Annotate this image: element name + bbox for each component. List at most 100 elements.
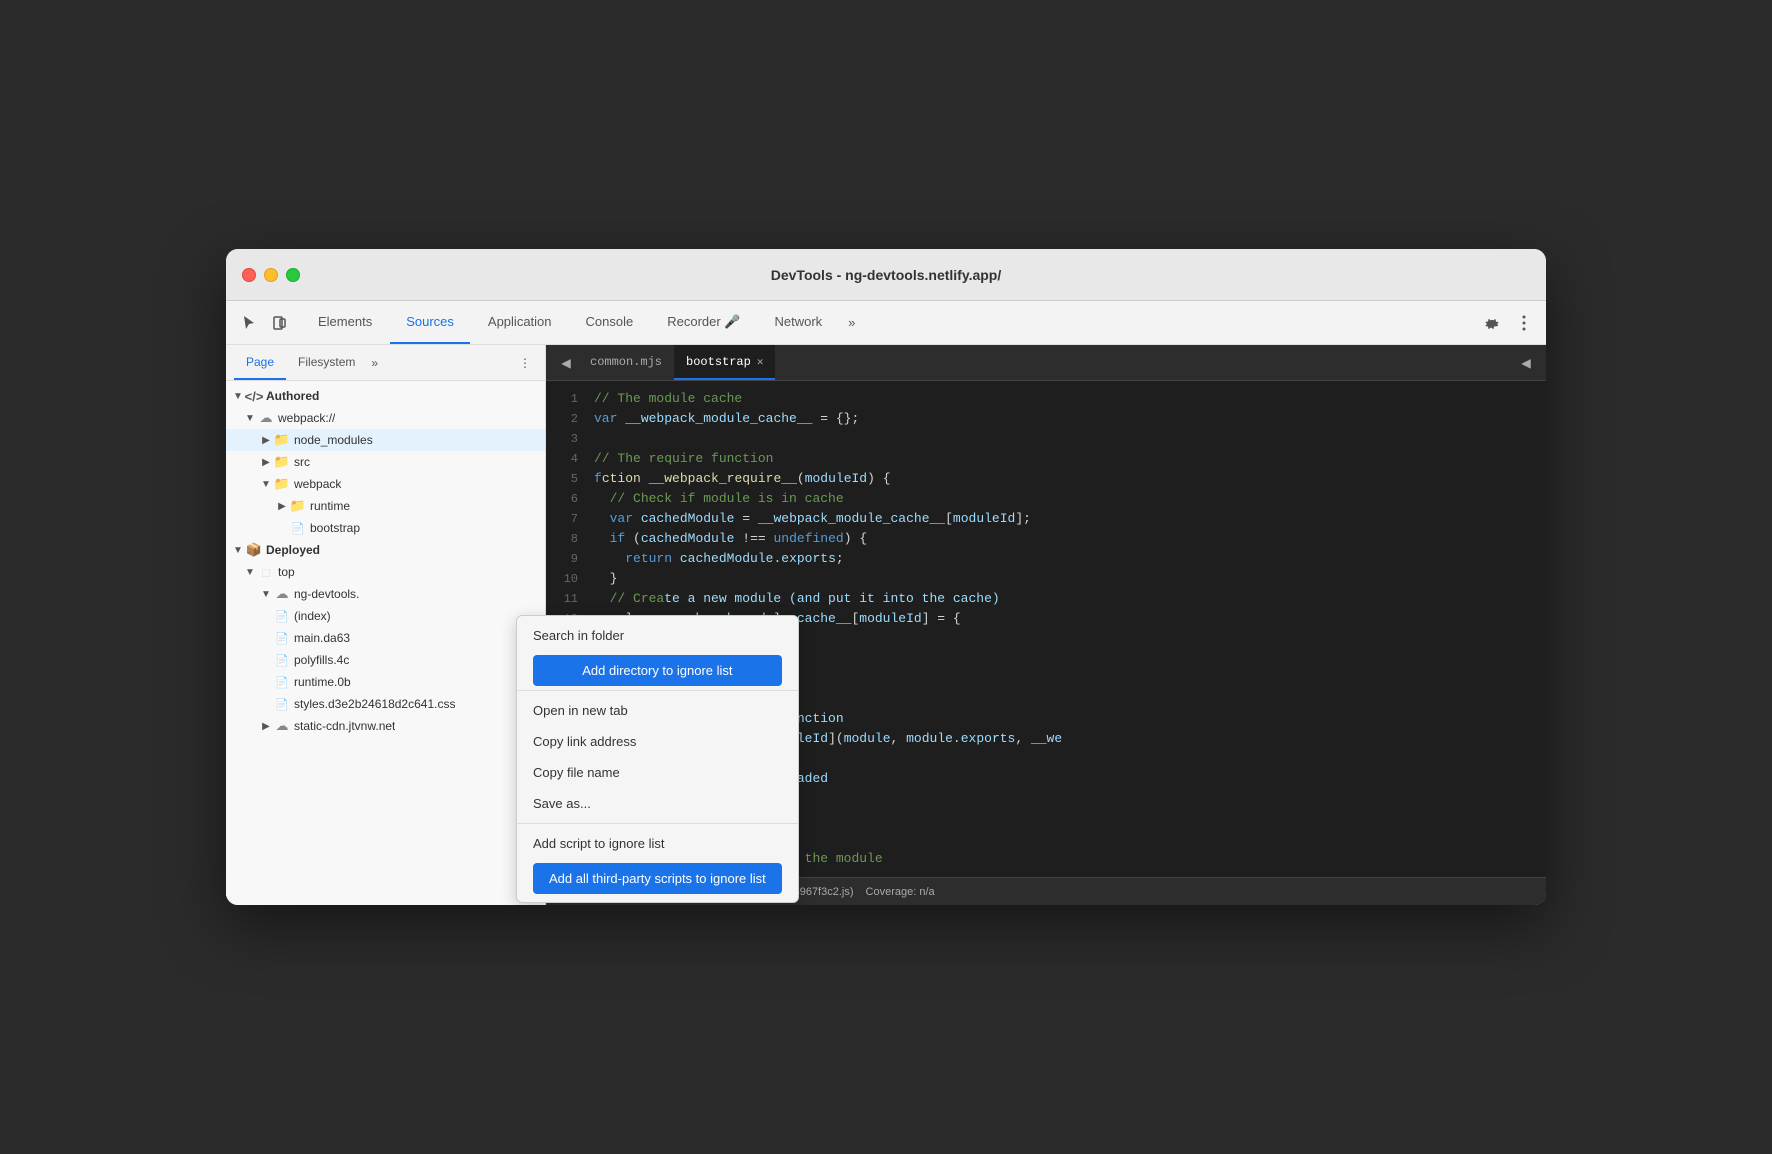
deployed-arrow: ▼ — [230, 545, 246, 556]
bootstrap-file[interactable]: 📄 bootstrap — [226, 517, 545, 539]
webpack-label: webpack:// — [278, 411, 335, 425]
context-menu-divider-2 — [517, 823, 798, 824]
ng-cloud-icon: ☁ — [274, 586, 290, 602]
file-tree: ▼ </> Authored ▼ ☁ webpack:// — [226, 381, 545, 905]
static-cdn-icon: ☁ — [274, 718, 290, 734]
editor-tab-common[interactable]: common.mjs — [578, 345, 674, 380]
toolbar-right — [1478, 309, 1538, 337]
code-line-11: 11 // Create a new module (and put it in… — [546, 589, 1546, 609]
context-menu-add-script-ignore[interactable]: Add script to ignore list — [517, 828, 798, 859]
main-file-icon: 📄 — [274, 630, 290, 646]
ng-devtools-label: ng-devtools. — [294, 587, 359, 601]
folder-icon: 📁 — [274, 432, 290, 448]
tab-application[interactable]: Application — [472, 301, 568, 344]
static-cdn-label: static-cdn.jtvnw.net — [294, 719, 395, 733]
context-menu-save-as[interactable]: Save as... — [517, 788, 798, 819]
index-file[interactable]: 📄 (index) — [226, 605, 545, 627]
webpack-folder[interactable]: ▼ 📁 webpack — [226, 473, 545, 495]
authored-label: Authored — [266, 389, 319, 403]
src-label: src — [294, 455, 310, 469]
webpack-folder-arrow: ▼ — [258, 479, 274, 490]
context-menu-copy-link[interactable]: Copy link address — [517, 726, 798, 757]
main-file[interactable]: 📄 main.da63 — [226, 627, 545, 649]
index-label: (index) — [294, 609, 331, 623]
panel-tabs-more[interactable]: » — [371, 356, 378, 370]
src-folder[interactable]: ▶ 📁 src — [226, 451, 545, 473]
minimize-button[interactable] — [264, 268, 278, 282]
runtime-arrow: ▶ — [274, 501, 290, 512]
tab-network[interactable]: Network — [758, 301, 838, 344]
editor-forward-btn[interactable]: ◀ — [1514, 351, 1538, 375]
deployed-label: Deployed — [266, 543, 320, 557]
more-tabs-button[interactable]: » — [840, 301, 863, 344]
cursor-icon[interactable] — [234, 309, 262, 337]
close-button[interactable] — [242, 268, 256, 282]
context-menu-search-folder[interactable]: Search in folder — [517, 620, 798, 651]
maximize-button[interactable] — [286, 268, 300, 282]
top-arrow: ▼ — [242, 567, 258, 578]
top-label: top — [278, 565, 295, 579]
runtime-folder[interactable]: ▶ 📁 runtime — [226, 495, 545, 517]
code-line-5: 5 fction __webpack_require__(moduleId) { — [546, 469, 1546, 489]
runtime-label: runtime — [310, 499, 350, 513]
styles-file[interactable]: 📄 styles.d3e2b24618d2c641.css — [226, 693, 545, 715]
main-tabs: Elements Sources Application Console Rec… — [302, 301, 863, 344]
status-coverage: Coverage: n/a — [866, 886, 935, 898]
device-toggle-icon[interactable] — [266, 309, 294, 337]
tab-sources[interactable]: Sources — [390, 301, 470, 344]
context-menu-divider-1 — [517, 690, 798, 691]
context-menu-add-third-party-btn[interactable]: Add all third-party scripts to ignore li… — [533, 863, 782, 894]
settings-icon[interactable] — [1478, 309, 1506, 337]
authored-section[interactable]: ▼ </> Authored — [226, 385, 545, 407]
code-line-6: 6 // Check if module is in cache — [546, 489, 1546, 509]
code-line-8: 8 if (cachedModule !== undefined) { — [546, 529, 1546, 549]
polyfills-file[interactable]: 📄 polyfills.4c — [226, 649, 545, 671]
index-file-icon: 📄 — [274, 608, 290, 624]
webpack-root[interactable]: ▼ ☁ webpack:// — [226, 407, 545, 429]
context-menu-copy-filename[interactable]: Copy file name — [517, 757, 798, 788]
code-line-10: 10 } — [546, 569, 1546, 589]
bootstrap-label: bootstrap — [310, 521, 360, 535]
top-folder[interactable]: ▼ □ top — [226, 561, 545, 583]
editor-back-btn[interactable]: ◀ — [554, 351, 578, 375]
node-modules-folder[interactable]: ▶ 📁 node_modules — [226, 429, 545, 451]
node-modules-label: node_modules — [294, 433, 373, 447]
tab-filesystem[interactable]: Filesystem — [286, 345, 367, 380]
styles-file-icon: 📄 — [274, 696, 290, 712]
src-arrow: ▶ — [258, 457, 274, 468]
context-menu-add-directory-btn[interactable]: Add directory to ignore list — [533, 655, 782, 686]
code-line-7: 7 var cachedModule = __webpack_module_ca… — [546, 509, 1546, 529]
cloud-icon: ☁ — [258, 410, 274, 426]
ng-devtools-folder[interactable]: ▼ ☁ ng-devtools. — [226, 583, 545, 605]
editor-tabs: ◀ common.mjs bootstrap ✕ ◀ — [546, 345, 1546, 381]
context-menu-open-new-tab[interactable]: Open in new tab — [517, 695, 798, 726]
runtime-folder-icon: 📁 — [290, 498, 306, 514]
deployed-section[interactable]: ▼ 📦 Deployed — [226, 539, 545, 561]
code-line-9: 9 return cachedModule.exports; — [546, 549, 1546, 569]
webpack-folder-label: webpack — [294, 477, 341, 491]
runtime-file[interactable]: 📄 runtime.0b — [226, 671, 545, 693]
more-options-icon[interactable] — [1510, 309, 1538, 337]
tab-page[interactable]: Page — [234, 345, 286, 380]
main-label: main.da63 — [294, 631, 350, 645]
code-line-3: 3 — [546, 429, 1546, 449]
window-title: DevTools - ng-devtools.netlify.app/ — [771, 267, 1002, 283]
code-line-4: 4 // The require function — [546, 449, 1546, 469]
polyfills-label: polyfills.4c — [294, 653, 349, 667]
bootstrap-file-icon: 📄 — [290, 520, 306, 536]
tab-close-icon[interactable]: ✕ — [757, 355, 764, 369]
webpack-arrow: ▼ — [242, 413, 258, 424]
panel-more-icon[interactable]: ⋮ — [513, 351, 537, 375]
code-line-1: 1 // The module cache — [546, 389, 1546, 409]
tab-recorder[interactable]: Recorder 🎤 — [651, 301, 756, 344]
editor-tab-bootstrap[interactable]: bootstrap ✕ — [674, 345, 775, 380]
node-modules-arrow: ▶ — [258, 435, 274, 446]
authored-arrow: ▼ — [230, 391, 246, 402]
static-cdn-folder[interactable]: ▶ ☁ static-cdn.jtvnw.net — [226, 715, 545, 737]
panel-actions: ⋮ — [513, 351, 537, 375]
tab-elements[interactable]: Elements — [302, 301, 388, 344]
static-cdn-arrow: ▶ — [258, 721, 274, 732]
cube-icon: 📦 — [246, 542, 262, 558]
webpack-folder-icon: 📁 — [274, 476, 290, 492]
tab-console[interactable]: Console — [570, 301, 650, 344]
